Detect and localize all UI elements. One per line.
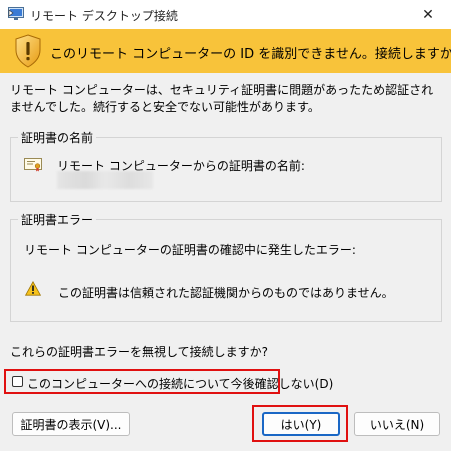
- rdp-dialog: リモート デスクトップ接続 ✕ このリモート コンピューターの ID を識別でき…: [0, 0, 451, 451]
- dont-ask-label[interactable]: このコンピューターへの接続について今後確認しない(D): [27, 375, 333, 392]
- cert-error-message: この証明書は信頼された認証機関からのものではありません。: [58, 286, 394, 300]
- warning-banner: このリモート コンピューターの ID を識別できません。接続しますか?: [0, 29, 451, 73]
- banner-message: このリモート コンピューターの ID を識別できません。接続しますか?: [50, 47, 451, 62]
- cert-error-group-title: 証明書エラー: [18, 211, 97, 228]
- cert-error-group: 証明書エラー リモート コンピューターの証明書の確認中に発生したエラー: この証…: [10, 211, 442, 322]
- redacted-cert-name: [57, 171, 153, 189]
- warning-icon: [25, 281, 41, 296]
- remote-desktop-icon: [8, 7, 24, 20]
- yes-button-highlight: はい(Y): [252, 405, 348, 442]
- window-title: リモート デスクトップ接続: [30, 9, 178, 23]
- security-shield-icon: [15, 34, 41, 68]
- dont-ask-checkbox-row[interactable]: このコンピューターへの接続について今後確認しない(D): [4, 369, 333, 394]
- no-button[interactable]: いいえ(N): [354, 412, 440, 436]
- title-bar: リモート デスクトップ接続 ✕: [0, 0, 451, 29]
- view-certificate-button[interactable]: 証明書の表示(V)...: [12, 412, 130, 436]
- yes-button[interactable]: はい(Y): [262, 412, 340, 436]
- close-icon: ✕: [422, 6, 434, 23]
- dont-ask-checkbox[interactable]: [12, 376, 23, 387]
- cert-error-label: リモート コンピューターの証明書の確認中に発生したエラー:: [24, 243, 356, 257]
- cert-name-group-title: 証明書の名前: [18, 129, 97, 146]
- certificate-icon: [24, 158, 42, 172]
- warning-description: リモート コンピューターは、セキュリティ証明書に問題があったため認証されませんで…: [10, 83, 434, 114]
- cert-name-group: 証明書の名前 リモート コンピューターからの証明書の名前:: [10, 129, 442, 202]
- ignore-errors-question: これらの証明書エラーを無視して接続しますか?: [10, 345, 269, 359]
- close-button[interactable]: ✕: [405, 0, 451, 29]
